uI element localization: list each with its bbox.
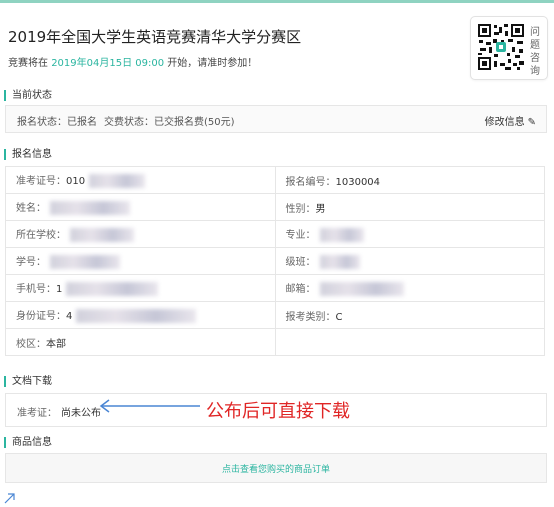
admission-ticket-status: 尚未公布 (61, 408, 101, 419)
info-cell-left: 校区：本部 (5, 328, 276, 356)
info-cell-right: 专业： (274, 220, 545, 248)
pencil-icon: ✎ (527, 117, 536, 128)
admission-ticket-row: 准考证： 尚未公布 (17, 404, 101, 419)
view-orders-link[interactable]: 点击查看您购买的商品订单 (6, 462, 546, 475)
field-value: 4 (66, 311, 73, 322)
field-value: 010 (66, 176, 86, 187)
info-cell-left: 姓名： (5, 193, 276, 221)
section-documents: 文档下载 (4, 376, 52, 387)
info-row: 准考证号：010 报名编号：1030004 (5, 166, 545, 194)
payment-status: 交费状态：已交报名费(50元) (104, 117, 235, 128)
redacted-value (50, 255, 120, 269)
info-cell-right: 级班： (274, 247, 545, 275)
redacted-value (319, 228, 364, 242)
annotation-text: 公布后可直接下载 (206, 401, 350, 422)
notice-suffix: 开始，请准时参加！ (167, 58, 258, 69)
admission-ticket-label: 准考证： (17, 408, 57, 419)
redacted-value (70, 228, 134, 242)
field-label: 所在学校： (16, 230, 66, 241)
info-row: 学号： 级班： (5, 247, 545, 275)
exam-start-notice: 竞赛将在 2019年04月15日 09:00 开始，请准时参加！ (8, 54, 257, 69)
info-cell-right (274, 328, 545, 356)
redacted-value (319, 282, 404, 296)
info-cell-left: 学号： (5, 247, 276, 275)
field-value: 1 (56, 284, 63, 295)
field-label: 性别： (285, 203, 316, 215)
info-cell-right: 邮箱： (274, 274, 545, 302)
edit-info-button[interactable]: 修改信息 ✎ (485, 113, 536, 128)
edit-info-label: 修改信息 (484, 117, 525, 128)
section-current-status: 当前状态 (4, 90, 52, 101)
qr-consult-card[interactable]: 问题咨询 (470, 16, 548, 80)
field-value: 1030004 (335, 176, 381, 188)
info-row: 所在学校： 专业： (5, 220, 545, 248)
registration-status: 报名状态：已报名 (17, 117, 97, 128)
consult-label: 问题咨询 (530, 27, 540, 77)
goods-panel: 点击查看您购买的商品订单 (5, 453, 547, 483)
field-label: 报名编号： (285, 176, 336, 188)
field-label: 准考证号： (16, 176, 66, 187)
section-goods-info: 商品信息 (4, 437, 52, 448)
registration-info-table: 准考证号：010 报名编号：1030004 姓名： 性别：男 所在学校： 专业： 学号： 级班… (5, 166, 545, 356)
redacted-value (319, 255, 360, 269)
field-label: 邮箱： (285, 284, 316, 295)
field-label: 校区： (16, 338, 46, 350)
arrow-up-right-icon (4, 493, 15, 504)
page-title: 2019年全国大学生英语竞赛清华大学分赛区 (8, 28, 302, 46)
status-panel: 报名状态：已报名 交费状态：已交报名费(50元) 修改信息 ✎ (5, 105, 547, 133)
field-value: 本部 (46, 338, 66, 350)
redacted-value (89, 174, 146, 188)
field-value: C (335, 311, 343, 323)
info-cell-right: 报名编号：1030004 (274, 166, 545, 194)
info-cell-right: 报考类别：C (274, 301, 545, 329)
field-label: 报考类别： (285, 311, 336, 323)
qr-code-icon (477, 23, 525, 71)
redacted-value (76, 309, 197, 323)
field-label: 级班： (285, 257, 316, 268)
redacted-value (50, 201, 130, 215)
info-cell-left: 身份证号：4 (5, 301, 276, 329)
field-label: 身份证号： (16, 311, 66, 322)
info-cell-right: 性别：男 (274, 193, 545, 221)
section-registration-info: 报名信息 (4, 149, 52, 160)
info-cell-left: 手机号：1 (5, 274, 276, 302)
notice-prefix: 竞赛将在 (8, 58, 48, 69)
field-value: 男 (315, 203, 326, 215)
info-cell-left: 准考证号：010 (5, 166, 276, 194)
top-accent-line (0, 0, 554, 3)
field-label: 学号： (16, 257, 46, 268)
redacted-value (66, 282, 159, 296)
info-cell-left: 所在学校： (5, 220, 276, 248)
info-row: 校区：本部 (5, 328, 545, 356)
field-label: 姓名： (16, 203, 46, 214)
info-row: 身份证号：4 报考类别：C (5, 301, 545, 329)
info-row: 姓名： 性别：男 (5, 193, 545, 221)
info-row: 手机号：1 邮箱： (5, 274, 545, 302)
field-label: 手机号： (16, 284, 56, 295)
field-label: 专业： (285, 230, 316, 241)
arrow-left-icon (99, 399, 200, 413)
exam-start-time: 2019年04月15日 09:00 (51, 58, 165, 69)
